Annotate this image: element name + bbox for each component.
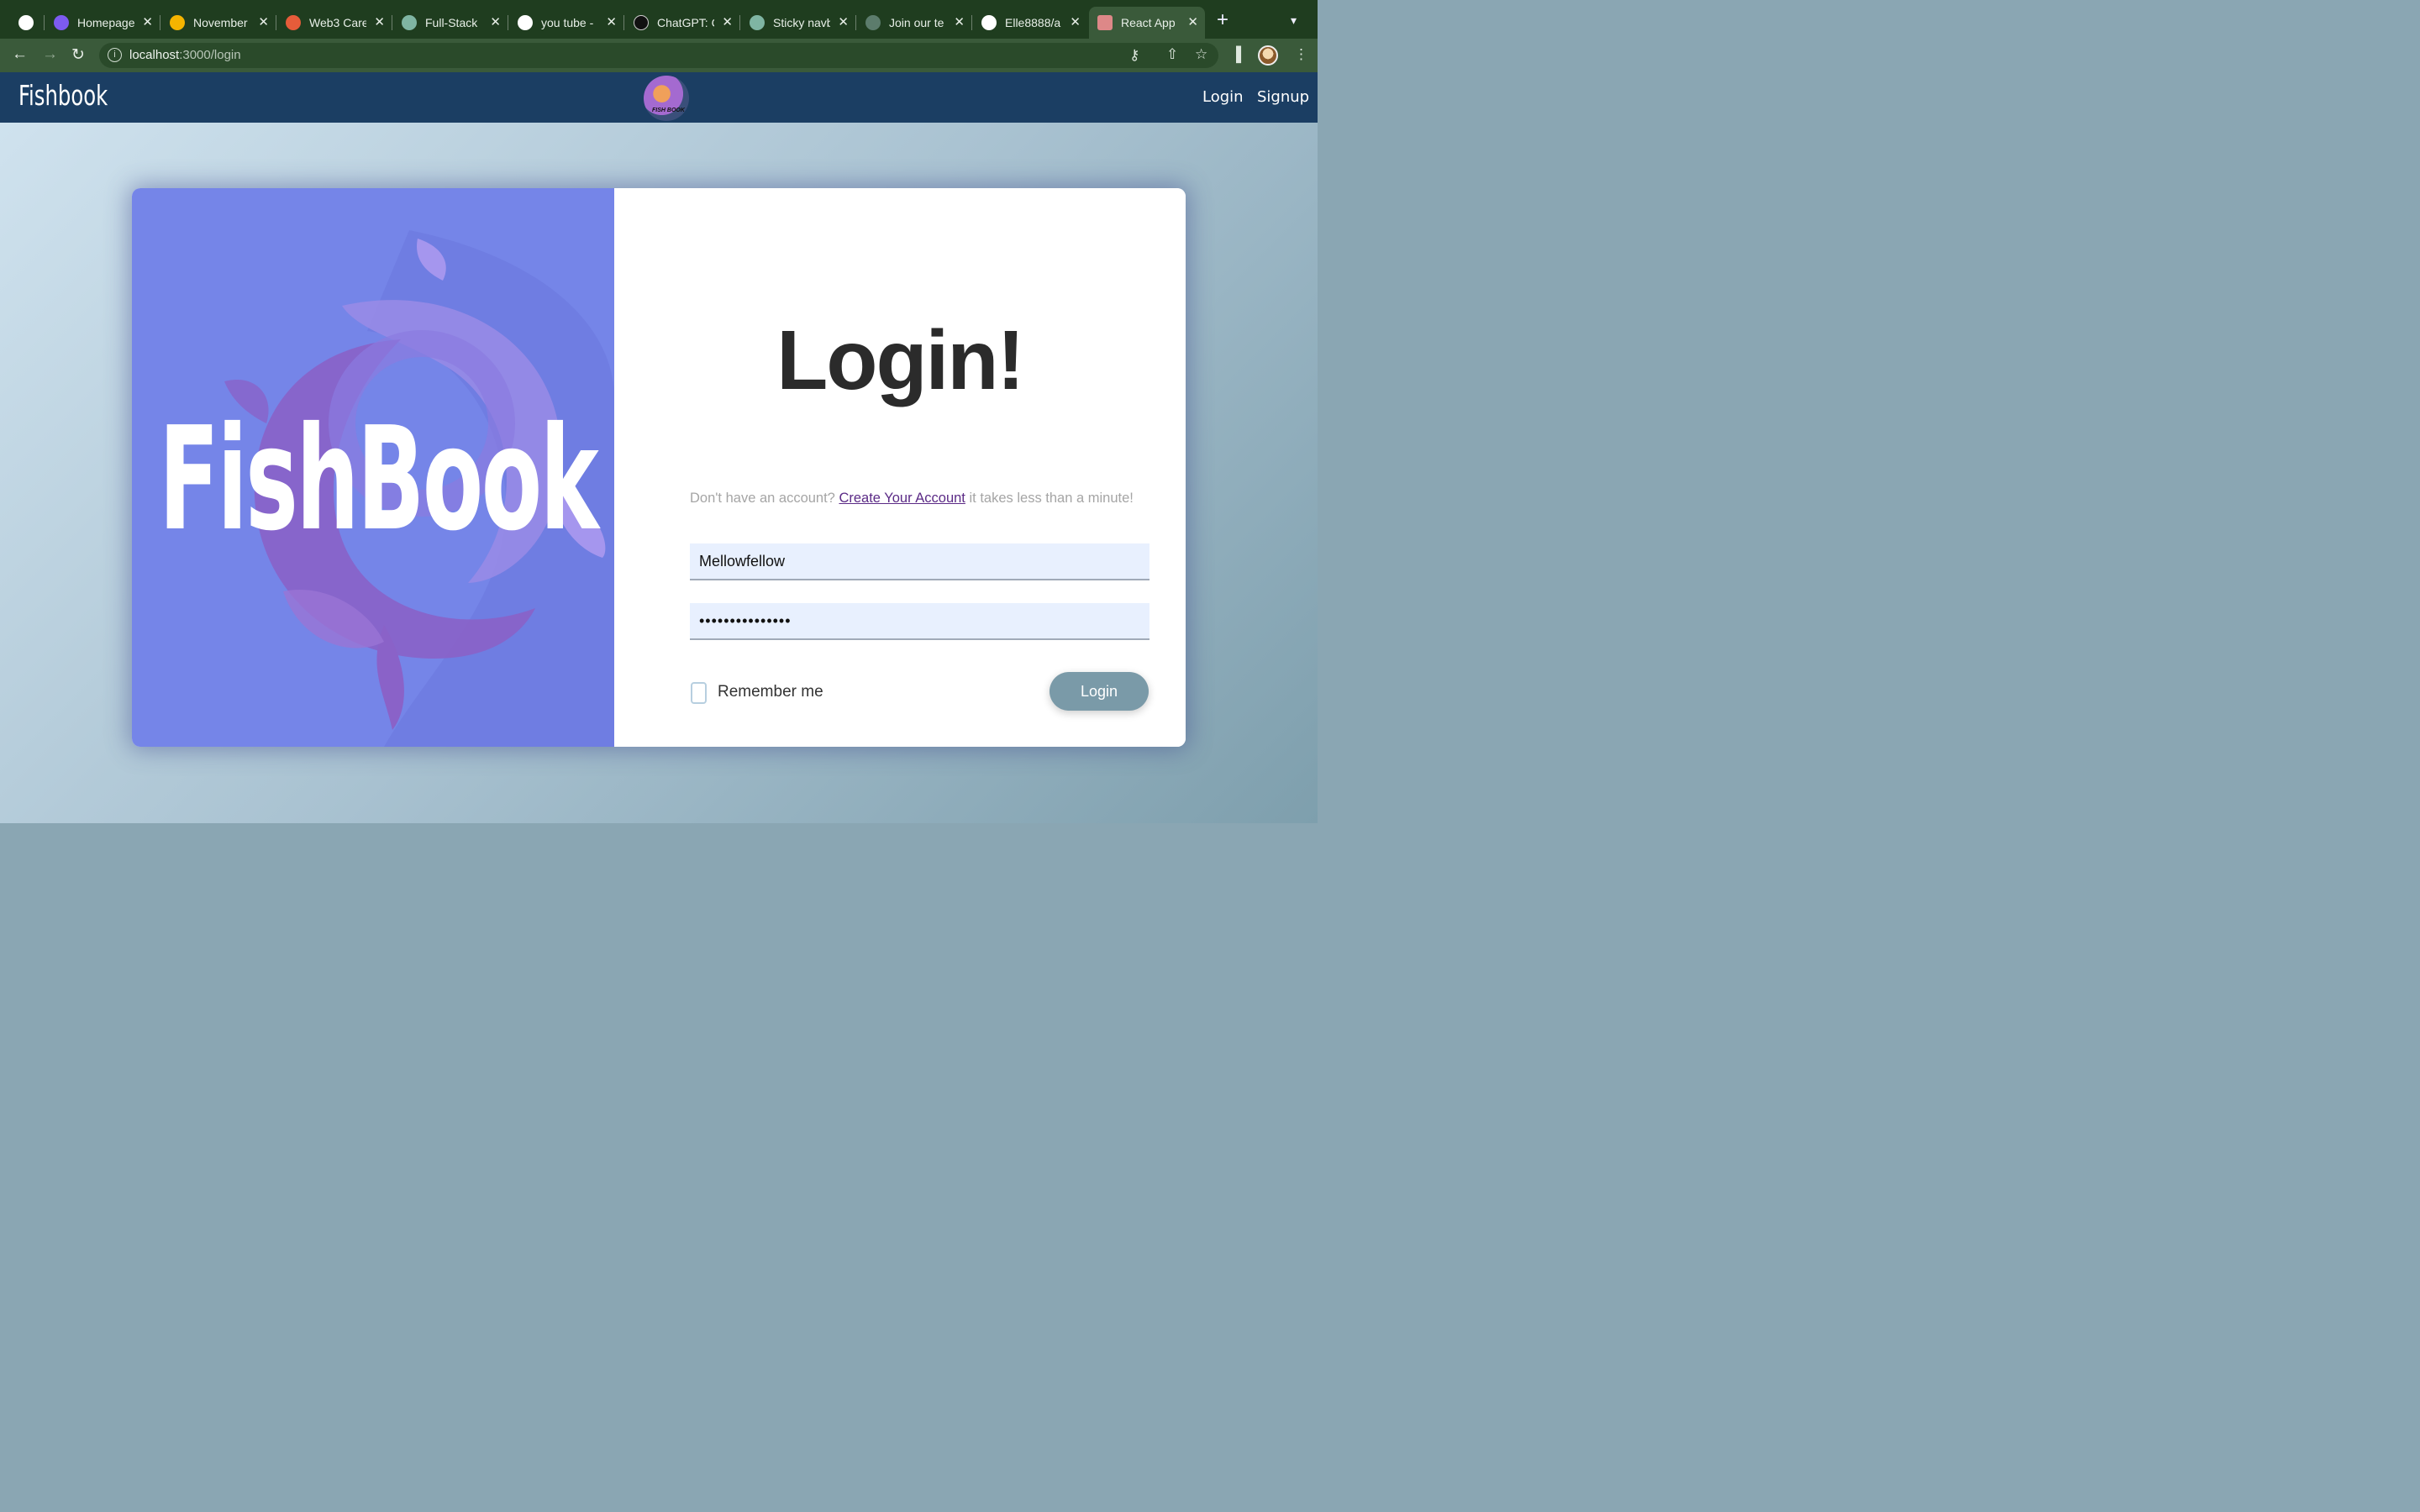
username-input[interactable] — [690, 543, 1150, 580]
nav-signup-link[interactable]: Signup — [1257, 88, 1309, 106]
login-card: FishBook Login! Don't have an account? C… — [132, 188, 1186, 747]
browser-toolbar: ← → ↻ i localhost:3000/login ⚷ ⇧ ☆ ▐ ⋮ — [0, 39, 1318, 72]
tab-github[interactable] — [10, 7, 47, 39]
nav-login-link[interactable]: Login — [1202, 88, 1244, 106]
tab-sticky-navbar[interactable]: Sticky navb ✕ — [741, 7, 855, 39]
community-icon — [865, 15, 881, 30]
close-icon[interactable]: ✕ — [606, 14, 617, 29]
openai-icon — [402, 15, 417, 30]
tab-youtube-search[interactable]: you tube - ✕ — [509, 7, 623, 39]
login-heading: Login! — [776, 313, 1024, 407]
close-icon[interactable]: ✕ — [954, 14, 965, 29]
bookmark-star-icon[interactable]: ☆ — [1195, 46, 1207, 63]
login-button[interactable]: Login — [1050, 672, 1149, 711]
close-icon[interactable]: ✕ — [722, 14, 733, 29]
hero-panel: FishBook — [132, 188, 614, 747]
remember-me-checkbox[interactable] — [691, 682, 707, 704]
address-bar[interactable]: i localhost:3000/login ⚷ ⇧ ☆ — [99, 43, 1218, 68]
github-icon — [981, 15, 997, 30]
hero-brand-text: FishBook — [159, 396, 599, 563]
close-icon[interactable]: ✕ — [1070, 14, 1081, 29]
side-panel-icon[interactable]: ▐ — [1231, 46, 1241, 63]
forward-arrow-icon[interactable]: → — [42, 45, 58, 64]
chevron-down-icon[interactable]: ▾ — [1291, 13, 1297, 28]
canva-icon — [54, 15, 69, 30]
info-icon[interactable]: i — [108, 48, 122, 62]
tab-web3[interactable]: Web3 Care ✕ — [277, 7, 392, 39]
close-icon[interactable]: ✕ — [490, 14, 501, 29]
google-drive-icon — [170, 15, 185, 30]
create-account-link[interactable]: Create Your Account — [839, 491, 965, 506]
share-icon[interactable]: ⇧ — [1166, 46, 1178, 63]
key-icon[interactable]: ⚷ — [1129, 47, 1139, 64]
web3-icon — [286, 15, 301, 30]
new-tab-icon[interactable]: + — [1217, 10, 1228, 30]
close-icon[interactable]: ✕ — [374, 14, 385, 29]
close-icon[interactable]: ✕ — [258, 14, 269, 29]
tab-github-repo[interactable]: Elle8888/a ✕ — [973, 7, 1087, 39]
close-icon[interactable]: ✕ — [1187, 14, 1198, 29]
tab-chatgpt[interactable]: ChatGPT: C ✕ — [625, 7, 739, 39]
back-arrow-icon[interactable]: ← — [12, 45, 28, 64]
chatgpt-icon — [634, 15, 649, 30]
tab-join-team[interactable]: Join our te ✕ — [857, 7, 971, 39]
close-icon[interactable]: ✕ — [142, 14, 153, 29]
tab-november[interactable]: November ✕ — [161, 7, 276, 39]
tab-full-stack[interactable]: Full-Stack ✕ — [393, 7, 508, 39]
url-text: localhost:3000/login — [129, 48, 241, 62]
app-navbar: Fishbook FISH BOOK Login Signup — [0, 72, 1318, 123]
browser-tab-bar: Homepage ✕ November ✕ Web3 Care ✕ Full-S… — [0, 0, 1318, 39]
page-body: FishBook Login! Don't have an account? C… — [0, 123, 1318, 823]
logo-text: FISH BOOK — [652, 108, 685, 113]
google-icon — [518, 15, 533, 30]
reload-icon[interactable]: ↻ — [71, 45, 85, 65]
openai-icon — [750, 15, 765, 30]
password-input[interactable] — [690, 603, 1150, 640]
remember-me-label[interactable]: Remember me — [718, 683, 823, 701]
signup-prompt: Don't have an account? Create Your Accou… — [690, 491, 1134, 506]
close-icon[interactable]: ✕ — [838, 14, 849, 29]
more-menu-icon[interactable]: ⋮ — [1294, 46, 1308, 63]
github-icon — [18, 15, 34, 30]
brand-link[interactable]: Fishbook — [18, 79, 108, 112]
login-form-panel: Login! Don't have an account? Create You… — [614, 188, 1186, 747]
fishbook-logo[interactable]: FISH BOOK — [644, 76, 689, 121]
tab-homepage[interactable]: Homepage ✕ — [45, 7, 160, 39]
react-app-icon — [1097, 15, 1113, 30]
profile-avatar[interactable] — [1258, 45, 1278, 66]
tab-react-app[interactable]: React App ✕ — [1089, 7, 1205, 39]
